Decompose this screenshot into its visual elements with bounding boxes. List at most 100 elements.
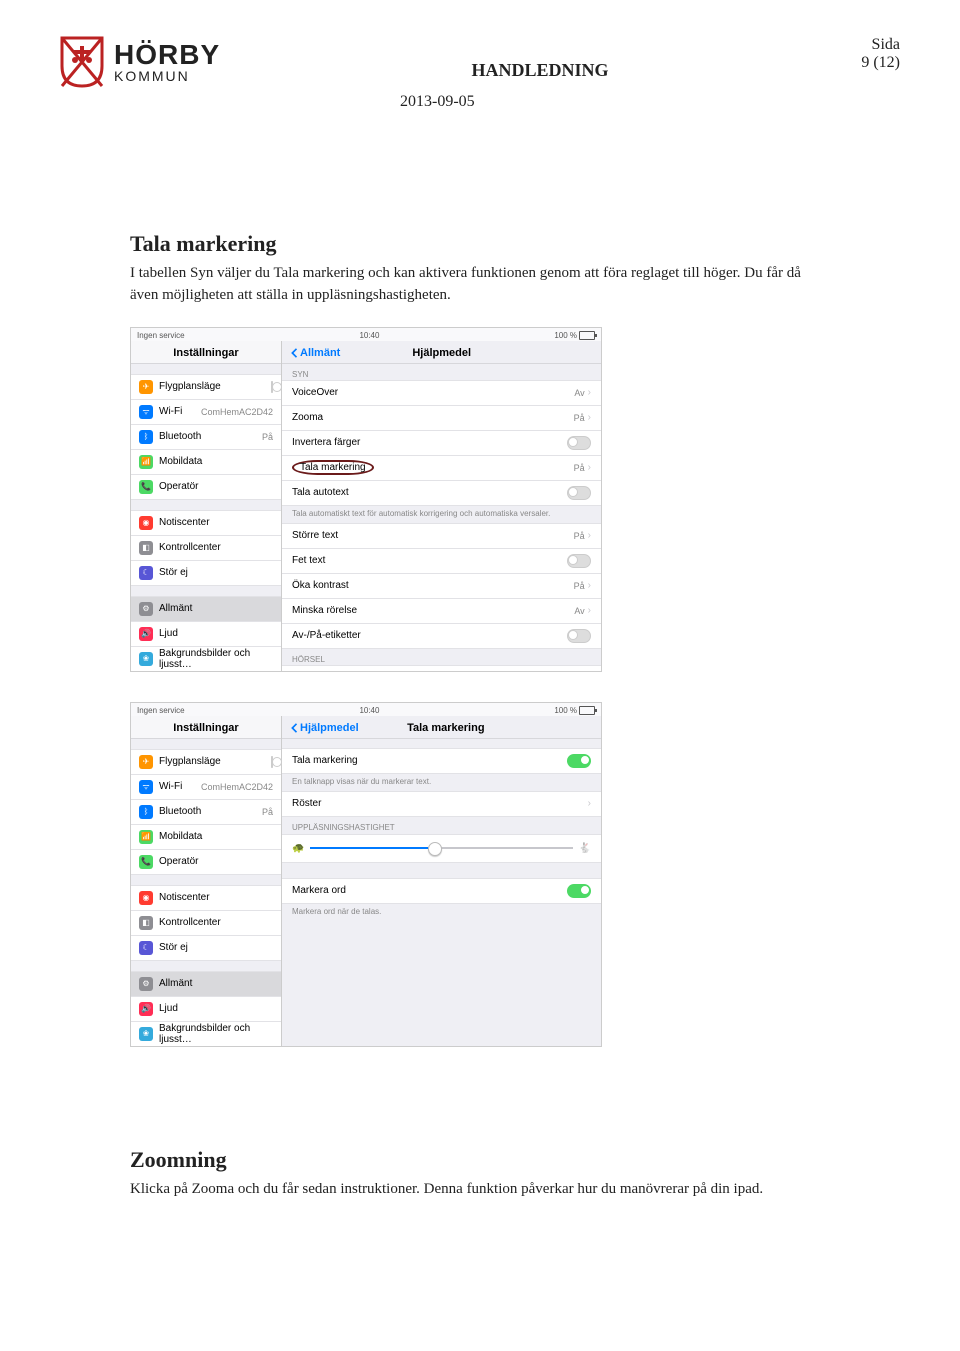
airplane-toggle[interactable]: [271, 756, 273, 768]
section-header-syn: SYN: [282, 364, 601, 381]
sidebar-item-bluetooth[interactable]: ᛒ Bluetooth På: [131, 425, 281, 450]
row-undertext[interactable]: Undertext och dold textning›: [282, 665, 601, 671]
airplane-icon: ✈: [139, 755, 153, 769]
brand-small: KOMMUN: [114, 69, 220, 84]
sidebar-item-wallpaper[interactable]: ❀ Bakgrundsbilder och ljusst…: [131, 647, 281, 671]
row-storre-text[interactable]: Större textPå›: [282, 523, 601, 549]
sidebar-item-airplane[interactable]: ✈ Flygplansläge: [131, 375, 281, 400]
brand-big: HÖRBY: [114, 40, 220, 69]
notifications-icon: ◉: [139, 891, 153, 905]
dnd-icon: ☾: [139, 941, 153, 955]
dnd-icon: ☾: [139, 566, 153, 580]
labels-toggle[interactable]: [567, 629, 591, 643]
row-fet-text[interactable]: Fet text: [282, 548, 601, 574]
sidebar-item-operator[interactable]: 📞 Operatör: [131, 475, 281, 500]
side-label: Sida: [861, 36, 900, 54]
cellular-icon: 📶: [139, 455, 153, 469]
sidebar-item-ljud[interactable]: 🔊 Ljud: [131, 622, 281, 647]
wifi-icon: ᯤ: [139, 405, 153, 419]
row-minska-rorelse[interactable]: Minska rörelseAv›: [282, 598, 601, 624]
sidebar-item-allmant[interactable]: ⚙ Allmänt: [131, 597, 281, 622]
sidebar-item-storej[interactable]: ☾ Stör ej: [131, 561, 281, 586]
controlcenter-icon: ◧: [139, 916, 153, 930]
clock-text: 10:40: [359, 706, 379, 715]
screenshot-hjalpmedel: Ingen service 10:40 100 % Inställningar …: [130, 327, 602, 672]
section-header-speed: UPPLÄSNINGSHASTIGHET: [282, 817, 601, 834]
gear-icon: ⚙: [139, 977, 153, 991]
row-markera-ord[interactable]: Markera ord: [282, 878, 601, 904]
detail-title: Hjälpmedel: [340, 347, 543, 359]
tala-markering-toggle[interactable]: [567, 754, 591, 768]
wallpaper-icon: ❀: [139, 1027, 153, 1041]
sidebar-item-operator[interactable]: 📞Operatör: [131, 850, 281, 875]
sidebar-title: Inställningar: [131, 716, 281, 739]
controlcenter-icon: ◧: [139, 541, 153, 555]
sidebar-item-wallpaper[interactable]: ❀Bakgrundsbilder och ljusst…: [131, 1022, 281, 1046]
row-tala-markering-toggle[interactable]: Tala markering: [282, 748, 601, 774]
speed-slider[interactable]: [310, 847, 572, 849]
bold-toggle[interactable]: [567, 554, 591, 568]
sidebar-item-notiscenter[interactable]: ◉Notiscenter: [131, 886, 281, 911]
logo: HÖRBY KOMMUN: [60, 36, 220, 88]
doc-date: 2013-09-05: [400, 93, 900, 111]
back-button[interactable]: Hjälpmedel: [290, 722, 359, 734]
sidebar-item-storej[interactable]: ☾Stör ej: [131, 936, 281, 961]
sidebar-item-kontrollcenter[interactable]: ◧Kontrollcenter: [131, 911, 281, 936]
airplane-toggle[interactable]: [271, 381, 273, 393]
speed-slider-row: 🐢 🐇: [282, 834, 601, 863]
sidebar-item-wifi[interactable]: ᯤWi-FiComHemAC2D42: [131, 775, 281, 800]
sidebar-item-bluetooth[interactable]: ᛒBluetoothPå: [131, 800, 281, 825]
carrier-icon: 📞: [139, 855, 153, 869]
row-zooma[interactable]: ZoomaPå›: [282, 405, 601, 431]
screenshot-tala-markering: Ingen service 10:40 100 % Inställningar …: [130, 702, 602, 1047]
back-button[interactable]: Allmänt: [290, 347, 340, 359]
statusbar: Ingen service 10:40 100 %: [131, 703, 601, 716]
settings-sidebar: Inställningar ✈ Flygplansläge ᯤ Wi-Fi Co…: [131, 341, 282, 671]
invert-toggle[interactable]: [567, 436, 591, 450]
markera-ord-toggle[interactable]: [567, 884, 591, 898]
notifications-icon: ◉: [139, 516, 153, 530]
row-oka-kontrast[interactable]: Öka kontrastPå›: [282, 573, 601, 599]
bluetooth-icon: ᛒ: [139, 430, 153, 444]
row-invertera[interactable]: Invertera färger: [282, 430, 601, 456]
sidebar-item-wifi[interactable]: ᯤ Wi-Fi ComHemAC2D42: [131, 400, 281, 425]
sidebar-item-mobildata[interactable]: 📶 Mobildata: [131, 450, 281, 475]
section-paragraph-zoom: Klicka på Zooma och du får sedan instruk…: [130, 1179, 830, 1201]
clock-text: 10:40: [359, 331, 379, 340]
hint-autotext: Tala automatiskt text för automatisk kor…: [282, 506, 601, 524]
section-header-horsel: HÖRSEL: [282, 649, 601, 666]
carrier-icon: 📞: [139, 480, 153, 494]
detail-title: Tala markering: [359, 722, 533, 734]
hint-markera-ord: Markera ord när de talas.: [282, 904, 601, 922]
sidebar-item-notiscenter[interactable]: ◉ Notiscenter: [131, 511, 281, 536]
battery-indicator: 100 %: [554, 331, 595, 340]
crest-icon: [60, 36, 104, 88]
detail-panel-tala: Hjälpmedel Tala markering Tala markering…: [282, 716, 601, 1046]
row-tala-markering[interactable]: Tala markeringPå›: [282, 455, 601, 481]
section-title-tala: Tala markering: [130, 231, 900, 257]
row-roster[interactable]: Röster›: [282, 791, 601, 817]
sound-icon: 🔊: [139, 627, 153, 641]
chevron-left-icon: [290, 723, 298, 733]
row-av-pa-etiketter[interactable]: Av-/På-etiketter: [282, 623, 601, 649]
wifi-icon: ᯤ: [139, 780, 153, 794]
statusbar: Ingen service 10:40 100 %: [131, 328, 601, 341]
row-tala-autotext[interactable]: Tala autotext: [282, 480, 601, 506]
sidebar-item-kontrollcenter[interactable]: ◧ Kontrollcenter: [131, 536, 281, 561]
sidebar-item-airplane[interactable]: ✈Flygplansläge: [131, 750, 281, 775]
battery-indicator: 100 %: [554, 706, 595, 715]
section-title-zoom: Zoomning: [130, 1147, 900, 1173]
gear-icon: ⚙: [139, 602, 153, 616]
sidebar-item-ljud[interactable]: 🔊Ljud: [131, 997, 281, 1022]
side-value: 9 (12): [861, 54, 900, 72]
hint-talknapp: En talknapp visas när du markerar text.: [282, 774, 601, 792]
sidebar-item-mobildata[interactable]: 📶Mobildata: [131, 825, 281, 850]
row-voiceover[interactable]: VoiceOverAv›: [282, 380, 601, 406]
autotext-toggle[interactable]: [567, 486, 591, 500]
carrier-text: Ingen service: [137, 331, 185, 340]
sidebar-title: Inställningar: [131, 341, 281, 364]
wallpaper-icon: ❀: [139, 652, 153, 666]
sidebar-item-allmant[interactable]: ⚙Allmänt: [131, 972, 281, 997]
bluetooth-icon: ᛒ: [139, 805, 153, 819]
hare-icon: 🐇: [579, 843, 591, 854]
